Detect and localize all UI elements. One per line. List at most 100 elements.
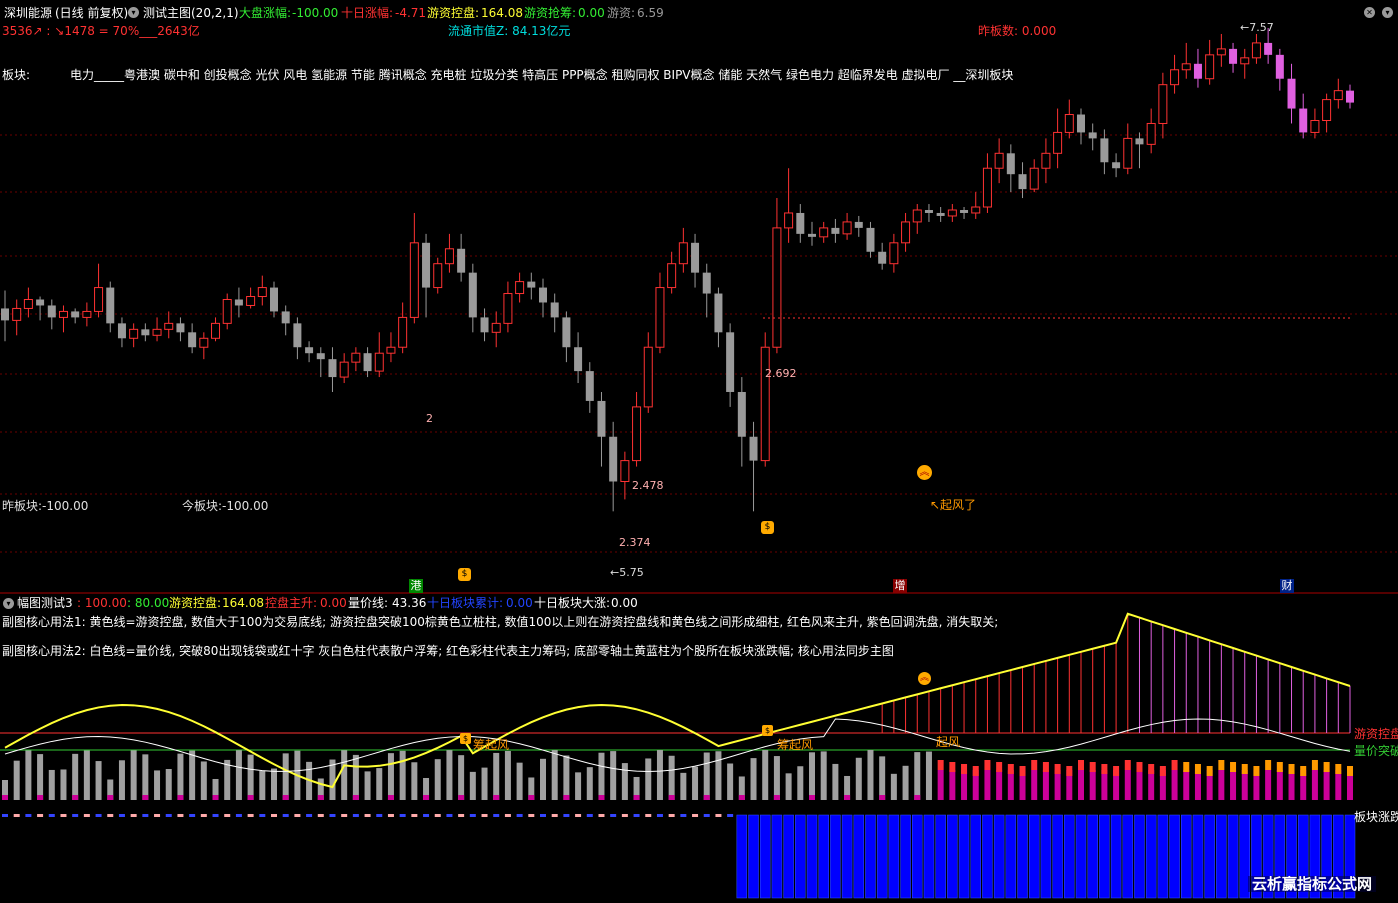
retail-bar xyxy=(902,765,909,800)
retail-bar xyxy=(762,750,769,800)
chou-qifeng-label-2: 筹起风 xyxy=(777,738,814,752)
candle-body xyxy=(36,299,45,306)
sector-blue-bar xyxy=(1075,814,1087,899)
small-force-bar xyxy=(247,795,254,800)
candle-body xyxy=(539,287,547,303)
candle-body xyxy=(433,263,443,289)
retail-bar xyxy=(177,753,184,800)
youzi-qiang-label: 游资抢筹: xyxy=(524,6,577,20)
candle-body xyxy=(749,436,758,461)
sector-zero-bar xyxy=(399,814,406,817)
sector-zero-bar xyxy=(212,814,219,817)
small-force-bar xyxy=(879,795,886,800)
sector-zero-bar xyxy=(504,814,511,817)
small-force-bar xyxy=(423,795,430,800)
main-force-bar-top xyxy=(961,764,968,774)
retail-bar xyxy=(60,769,67,800)
sector-zero-bar xyxy=(48,814,55,817)
sector-blue-bar xyxy=(888,814,900,899)
sector-zero-bar xyxy=(200,814,207,817)
sector-blue-bar xyxy=(748,814,759,899)
zuo-bankuai: 昨板块:-100.00 xyxy=(2,499,89,513)
candle-body xyxy=(199,337,209,348)
watermark: 云析赢指标公式网 xyxy=(1248,876,1377,892)
candle-body xyxy=(772,227,782,348)
close-icon[interactable]: ✕ xyxy=(1364,7,1375,18)
sector-blue-bar xyxy=(1157,814,1169,899)
youzi-value: 164.08 xyxy=(481,6,523,20)
main-force-bar-top xyxy=(1206,766,1213,776)
sector-zero-bar xyxy=(154,814,161,817)
chevron-down-icon[interactable]: ▾ xyxy=(3,598,14,609)
main-force-bar-top xyxy=(1078,760,1084,770)
sector-zero-bar xyxy=(727,814,734,817)
sub-liangjia-label: 量价线: xyxy=(348,596,389,610)
retail-bar xyxy=(481,767,488,800)
qifeng-sub-label: 起风 xyxy=(936,735,961,749)
candle-body xyxy=(164,322,174,330)
candle-body xyxy=(889,242,899,265)
sector-zero-bar xyxy=(528,814,535,817)
candle-body xyxy=(691,242,700,273)
chevron-down-icon[interactable]: ▾ xyxy=(1382,7,1393,18)
candle-body xyxy=(1264,42,1273,55)
main-force-bar xyxy=(1101,770,1108,800)
small-force-bar xyxy=(387,795,394,800)
small-force-bar xyxy=(37,795,44,800)
retail-bar xyxy=(551,750,558,800)
retail-bar xyxy=(446,750,453,800)
indicator-name[interactable]: 测试主图(20,2,1) xyxy=(143,6,239,20)
stock-name: 深圳能源 xyxy=(4,6,53,20)
main-force-bar-top xyxy=(1042,762,1049,772)
candle-body xyxy=(1158,84,1168,124)
candle-body xyxy=(363,353,372,372)
candle-body xyxy=(1018,174,1027,190)
retail-bar xyxy=(224,759,231,800)
candle-body xyxy=(141,329,150,336)
high-price-value: 7.57 xyxy=(1249,21,1274,34)
sector-blue-bar xyxy=(958,814,970,899)
retail-bar xyxy=(364,771,371,800)
value-label-1: 2 xyxy=(426,412,433,425)
main-force-bar xyxy=(1230,770,1237,800)
candle-body xyxy=(1299,108,1308,133)
candle-body xyxy=(47,305,56,318)
chevron-down-icon[interactable]: ▾ xyxy=(128,7,139,18)
marker-zeng[interactable]: 增 xyxy=(893,579,907,593)
sector-blue-bar xyxy=(900,814,911,899)
candle-body xyxy=(1170,69,1180,86)
retail-bar xyxy=(785,773,792,800)
sub-indicator-name[interactable]: 幅图测试3 xyxy=(17,596,73,610)
retail-bar xyxy=(586,767,593,800)
candle-body xyxy=(1053,131,1063,154)
jin-bankuai: 今板块:-100.00 xyxy=(182,499,269,513)
candle-body xyxy=(597,400,606,437)
sub-liangjia-value: 43.36 xyxy=(392,596,427,610)
candle-body xyxy=(1193,63,1202,79)
sector-zero-bar xyxy=(469,814,476,817)
retail-bar xyxy=(247,754,254,800)
sub-shiri-leiji-value: 0.00 xyxy=(506,596,533,610)
candle-body xyxy=(422,242,431,288)
candle-body xyxy=(257,287,267,298)
sector-blue-bar xyxy=(1028,814,1040,899)
main-force-bar-top xyxy=(984,760,991,770)
small-force-bar xyxy=(142,795,149,800)
small-force-bar xyxy=(668,795,675,800)
retail-bar xyxy=(387,753,394,800)
marker-gang[interactable]: 港 xyxy=(409,579,423,593)
chart-canvas[interactable] xyxy=(0,0,1398,903)
marker-cai[interactable]: 财 xyxy=(1280,579,1294,593)
retail-bar xyxy=(680,772,687,800)
main-force-bar-top xyxy=(1311,760,1318,770)
retail-bar xyxy=(656,750,663,800)
candle-body xyxy=(1322,99,1332,121)
sector-zero-bar xyxy=(411,814,418,817)
market-label: 大盘涨幅: xyxy=(239,6,292,20)
small-force-bar xyxy=(72,795,79,800)
sector-blue-bar xyxy=(736,814,748,899)
youzi-axis-label: 游资控盘 xyxy=(1354,727,1398,741)
candle-body xyxy=(293,323,302,348)
retail-bar xyxy=(235,750,242,800)
float-cap: 流通市值Z: 84.13亿元 xyxy=(448,24,571,38)
